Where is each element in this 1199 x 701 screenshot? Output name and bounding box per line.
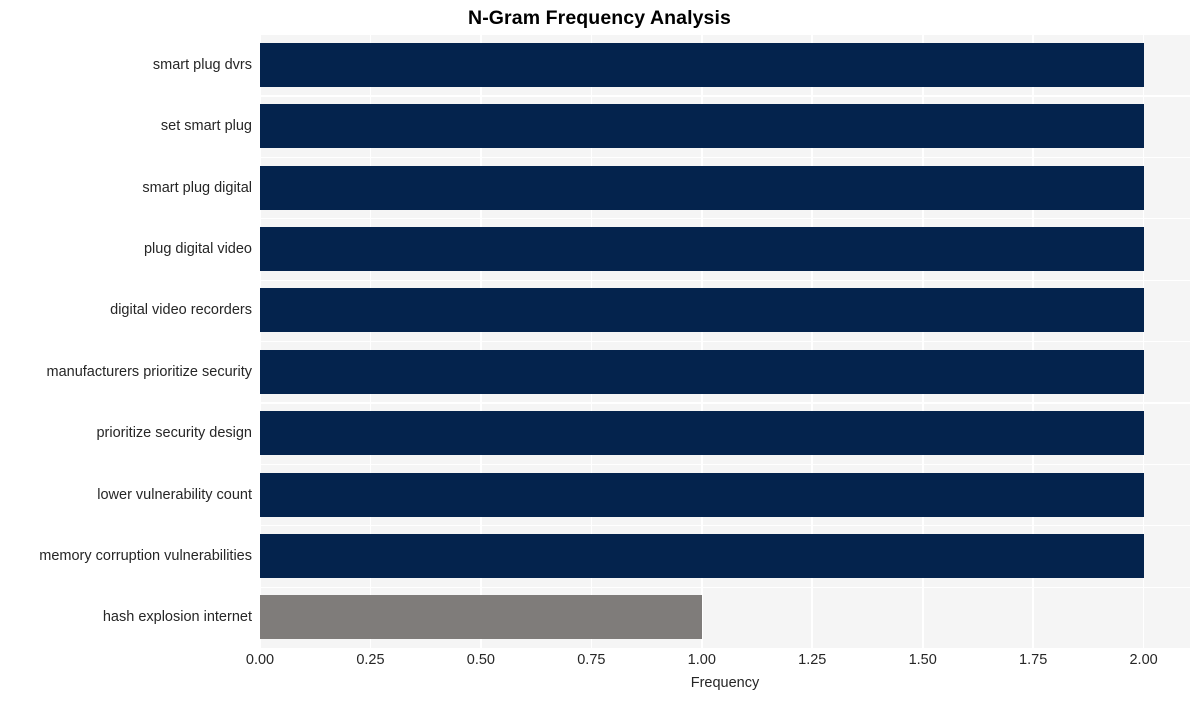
y-axis-tick-label: prioritize security design — [96, 425, 252, 442]
y-axis-tick-label: set smart plug — [160, 118, 252, 135]
horizontal-gridline — [260, 402, 1190, 404]
bar — [260, 165, 1144, 210]
horizontal-gridline — [260, 279, 1190, 281]
horizontal-gridline — [260, 156, 1190, 158]
x-axis-tick-label: 0.25 — [356, 652, 385, 668]
chart-figure: N-Gram Frequency Analysis smart plug dvr… — [0, 0, 1199, 701]
x-axis-tick-label: 0.75 — [577, 652, 606, 668]
horizontal-gridline — [260, 586, 1190, 588]
x-axis-tick-label: 0.00 — [245, 652, 275, 668]
x-axis-tick-label: 1.50 — [908, 652, 937, 668]
bar — [260, 472, 1144, 517]
y-axis-tick-label: digital video recorders — [110, 302, 252, 319]
horizontal-gridline — [260, 525, 1190, 527]
chart-title: N-Gram Frequency Analysis — [468, 7, 731, 29]
horizontal-gridline — [260, 463, 1190, 465]
y-axis-tick-label: manufacturers prioritize security — [46, 363, 253, 380]
bar — [260, 349, 1144, 394]
x-axis-title: Frequency — [690, 675, 760, 691]
bar — [260, 104, 1144, 149]
x-axis-tick-labels: 0.00 0.25 0.50 0.75 1.00 1.25 1.50 1.75 2.00 — [0, 652, 1199, 674]
horizontal-gridline — [260, 34, 1190, 36]
bar — [260, 42, 1144, 87]
bar — [260, 411, 1144, 456]
horizontal-gridline — [260, 95, 1190, 97]
bar — [260, 226, 1144, 271]
x-axis-tick-label: 0.50 — [466, 652, 496, 668]
x-axis-tick-label: 2.00 — [1129, 652, 1158, 668]
y-axis-tick-label: lower vulnerability count — [97, 486, 252, 503]
bar — [260, 533, 1144, 578]
y-axis-tick-label: hash explosion internet — [102, 609, 252, 626]
horizontal-gridline — [260, 341, 1190, 343]
bar — [260, 288, 1144, 333]
horizontal-gridline — [260, 218, 1190, 220]
y-axis-tick-label: smart plug digital — [142, 179, 252, 196]
y-axis-tick-label: smart plug dvrs — [152, 56, 252, 73]
y-axis-tick-labels: smart plug dvrs set smart plug smart plug … — [0, 34, 252, 648]
bar — [260, 595, 702, 640]
plot-area — [260, 34, 1190, 648]
y-axis-tick-label: memory corruption vulnerabilities — [39, 547, 252, 564]
x-axis-tick-label: 1.75 — [1019, 652, 1048, 668]
x-axis-tick-label: 1.25 — [798, 652, 827, 668]
y-axis-tick-label: plug digital video — [143, 240, 252, 257]
x-axis-tick-label: 1.00 — [687, 652, 716, 668]
